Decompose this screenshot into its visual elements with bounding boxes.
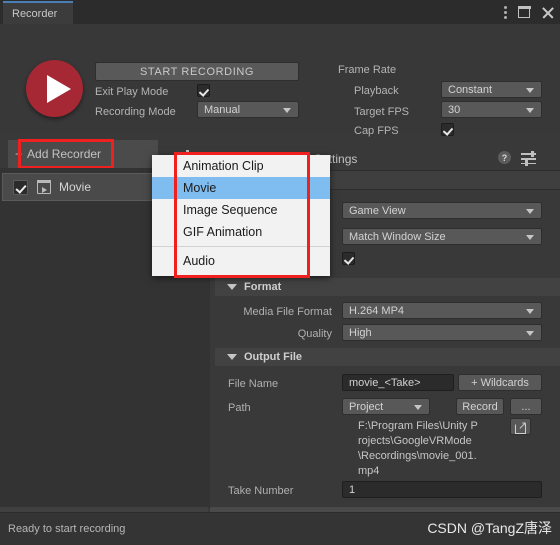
- wildcards-dropdown[interactable]: + Wildcards: [458, 374, 542, 391]
- menu-item-label: GIF Animation: [183, 225, 263, 239]
- chevron-down-icon: [526, 234, 534, 240]
- preset-settings-icon[interactable]: [521, 150, 536, 166]
- exit-play-mode-row: Exit Play Mode: [95, 86, 168, 98]
- output-file-section-header[interactable]: Output File: [215, 348, 560, 366]
- menu-item-audio[interactable]: Audio: [152, 250, 330, 272]
- menu-item-label: Image Sequence: [183, 203, 278, 217]
- media-file-format-value: H.264 MP4: [349, 304, 405, 317]
- file-name-value: movie_<Take>: [349, 376, 421, 389]
- title-bar: Recorder: [0, 0, 560, 24]
- flip-vertical-checkbox[interactable]: [342, 252, 355, 265]
- playback-value: Constant: [448, 83, 493, 96]
- output-file-section-title: Output File: [244, 351, 303, 363]
- take-number-value: 1: [349, 483, 356, 496]
- help-icon[interactable]: ?: [498, 151, 511, 164]
- recording-mode-row: Recording Mode: [95, 106, 176, 118]
- target-fps-label: Target FPS: [354, 106, 410, 118]
- start-recording-label: START RECORDING: [139, 65, 255, 78]
- chevron-down-icon: [526, 107, 534, 113]
- recorder-item-label: Movie: [59, 180, 92, 194]
- cap-fps-checkbox[interactable]: [441, 123, 454, 136]
- playback-dropdown[interactable]: Constant: [441, 81, 542, 98]
- maximize-icon[interactable]: [517, 6, 531, 18]
- top-controls-panel: START RECORDING Exit Play Mode Recording…: [0, 24, 560, 137]
- close-icon[interactable]: [541, 6, 554, 19]
- exit-play-mode-label: Exit Play Mode: [95, 86, 169, 98]
- menu-item-label: Audio: [183, 254, 215, 268]
- recorder-window: Recorder START RECORDING Exit Play Mode …: [0, 0, 560, 545]
- resolution-value: Match Window Size: [349, 230, 446, 243]
- record-path-label: Record: [462, 400, 498, 413]
- menu-item-movie[interactable]: Movie: [152, 177, 330, 199]
- target-fps-dropdown[interactable]: 30: [441, 101, 542, 118]
- plus-icon: +: [15, 147, 23, 161]
- browse-path-label: ...: [521, 400, 531, 413]
- chevron-down-icon: [526, 308, 534, 314]
- resolved-path-text: F:\Program Files\Unity Projects\GoogleVR…: [358, 420, 478, 477]
- cap-fps-label: Cap FPS: [354, 125, 399, 137]
- recording-mode-value: Manual: [204, 103, 241, 116]
- take-number-input[interactable]: 1: [342, 481, 542, 498]
- playback-label: Playback: [354, 85, 399, 97]
- wildcards-label: + Wildcards: [471, 376, 529, 389]
- watermark-text: CSDN @TangZ唐泽: [427, 520, 552, 536]
- status-bar: Ready to start recording CSDN @TangZ唐泽: [0, 512, 560, 545]
- capture-source-value: Game View: [349, 204, 406, 217]
- file-name-input[interactable]: movie_<Take>: [342, 374, 454, 391]
- media-file-format-dropdown[interactable]: H.264 MP4: [342, 302, 542, 319]
- format-section-title: Format: [244, 281, 282, 293]
- movie-clip-icon: [36, 180, 52, 194]
- target-fps-value: 30: [448, 103, 461, 116]
- frame-rate-title: Frame Rate: [338, 64, 397, 76]
- window-controls: [504, 0, 554, 24]
- menu-item-label: Animation Clip: [183, 159, 264, 173]
- path-dropdown[interactable]: Project: [342, 398, 430, 415]
- chevron-down-icon: [526, 330, 534, 336]
- status-message: Ready to start recording: [8, 523, 126, 535]
- recording-mode-dropdown[interactable]: Manual: [197, 101, 299, 118]
- quality-label: Quality: [297, 328, 332, 340]
- resolution-dropdown[interactable]: Match Window Size: [342, 228, 542, 245]
- quality-value: High: [349, 326, 372, 339]
- chevron-down-icon: [526, 208, 534, 214]
- recording-mode-label: Recording Mode: [95, 106, 176, 118]
- add-recorder-menu[interactable]: Animation Clip Movie Image Sequence GIF …: [152, 155, 330, 276]
- path-label: Path: [228, 402, 251, 414]
- take-number-label: Take Number: [228, 485, 294, 497]
- tab-recorder-label: Recorder: [12, 7, 58, 20]
- path-value: Project: [349, 400, 384, 413]
- caret-down-icon: [227, 284, 237, 290]
- menu-item-label: Movie: [183, 181, 217, 195]
- media-file-format-label: Media File Format: [243, 306, 332, 318]
- chevron-down-icon: [283, 107, 291, 113]
- capture-source-dropdown[interactable]: Game View: [342, 202, 542, 219]
- add-recorder-button[interactable]: + Add Recorder: [8, 140, 158, 168]
- record-path-button[interactable]: Record: [456, 398, 504, 415]
- menu-item-image-sequence[interactable]: Image Sequence: [152, 199, 330, 221]
- format-section-header[interactable]: Format: [215, 278, 560, 296]
- play-icon: [47, 75, 71, 103]
- chevron-down-icon: [526, 87, 534, 93]
- browse-path-button[interactable]: ...: [510, 398, 542, 415]
- caret-down-icon: [227, 354, 237, 360]
- quality-dropdown[interactable]: High: [342, 324, 542, 341]
- exit-play-mode-checkbox[interactable]: [197, 84, 210, 97]
- open-folder-icon[interactable]: [510, 418, 531, 435]
- start-recording-button[interactable]: START RECORDING: [95, 62, 299, 81]
- menu-item-gif-animation[interactable]: GIF Animation: [152, 221, 330, 243]
- tab-recorder[interactable]: Recorder: [3, 1, 73, 24]
- add-recorder-label: Add Recorder: [27, 147, 102, 161]
- menu-separator: [152, 246, 330, 247]
- menu-item-animation-clip[interactable]: Animation Clip: [152, 155, 330, 177]
- file-name-label: File Name: [228, 378, 279, 390]
- kebab-menu-icon[interactable]: [504, 5, 507, 19]
- chevron-down-icon: [414, 404, 422, 410]
- recorder-enabled-checkbox[interactable]: [13, 179, 28, 195]
- record-button[interactable]: [26, 60, 83, 117]
